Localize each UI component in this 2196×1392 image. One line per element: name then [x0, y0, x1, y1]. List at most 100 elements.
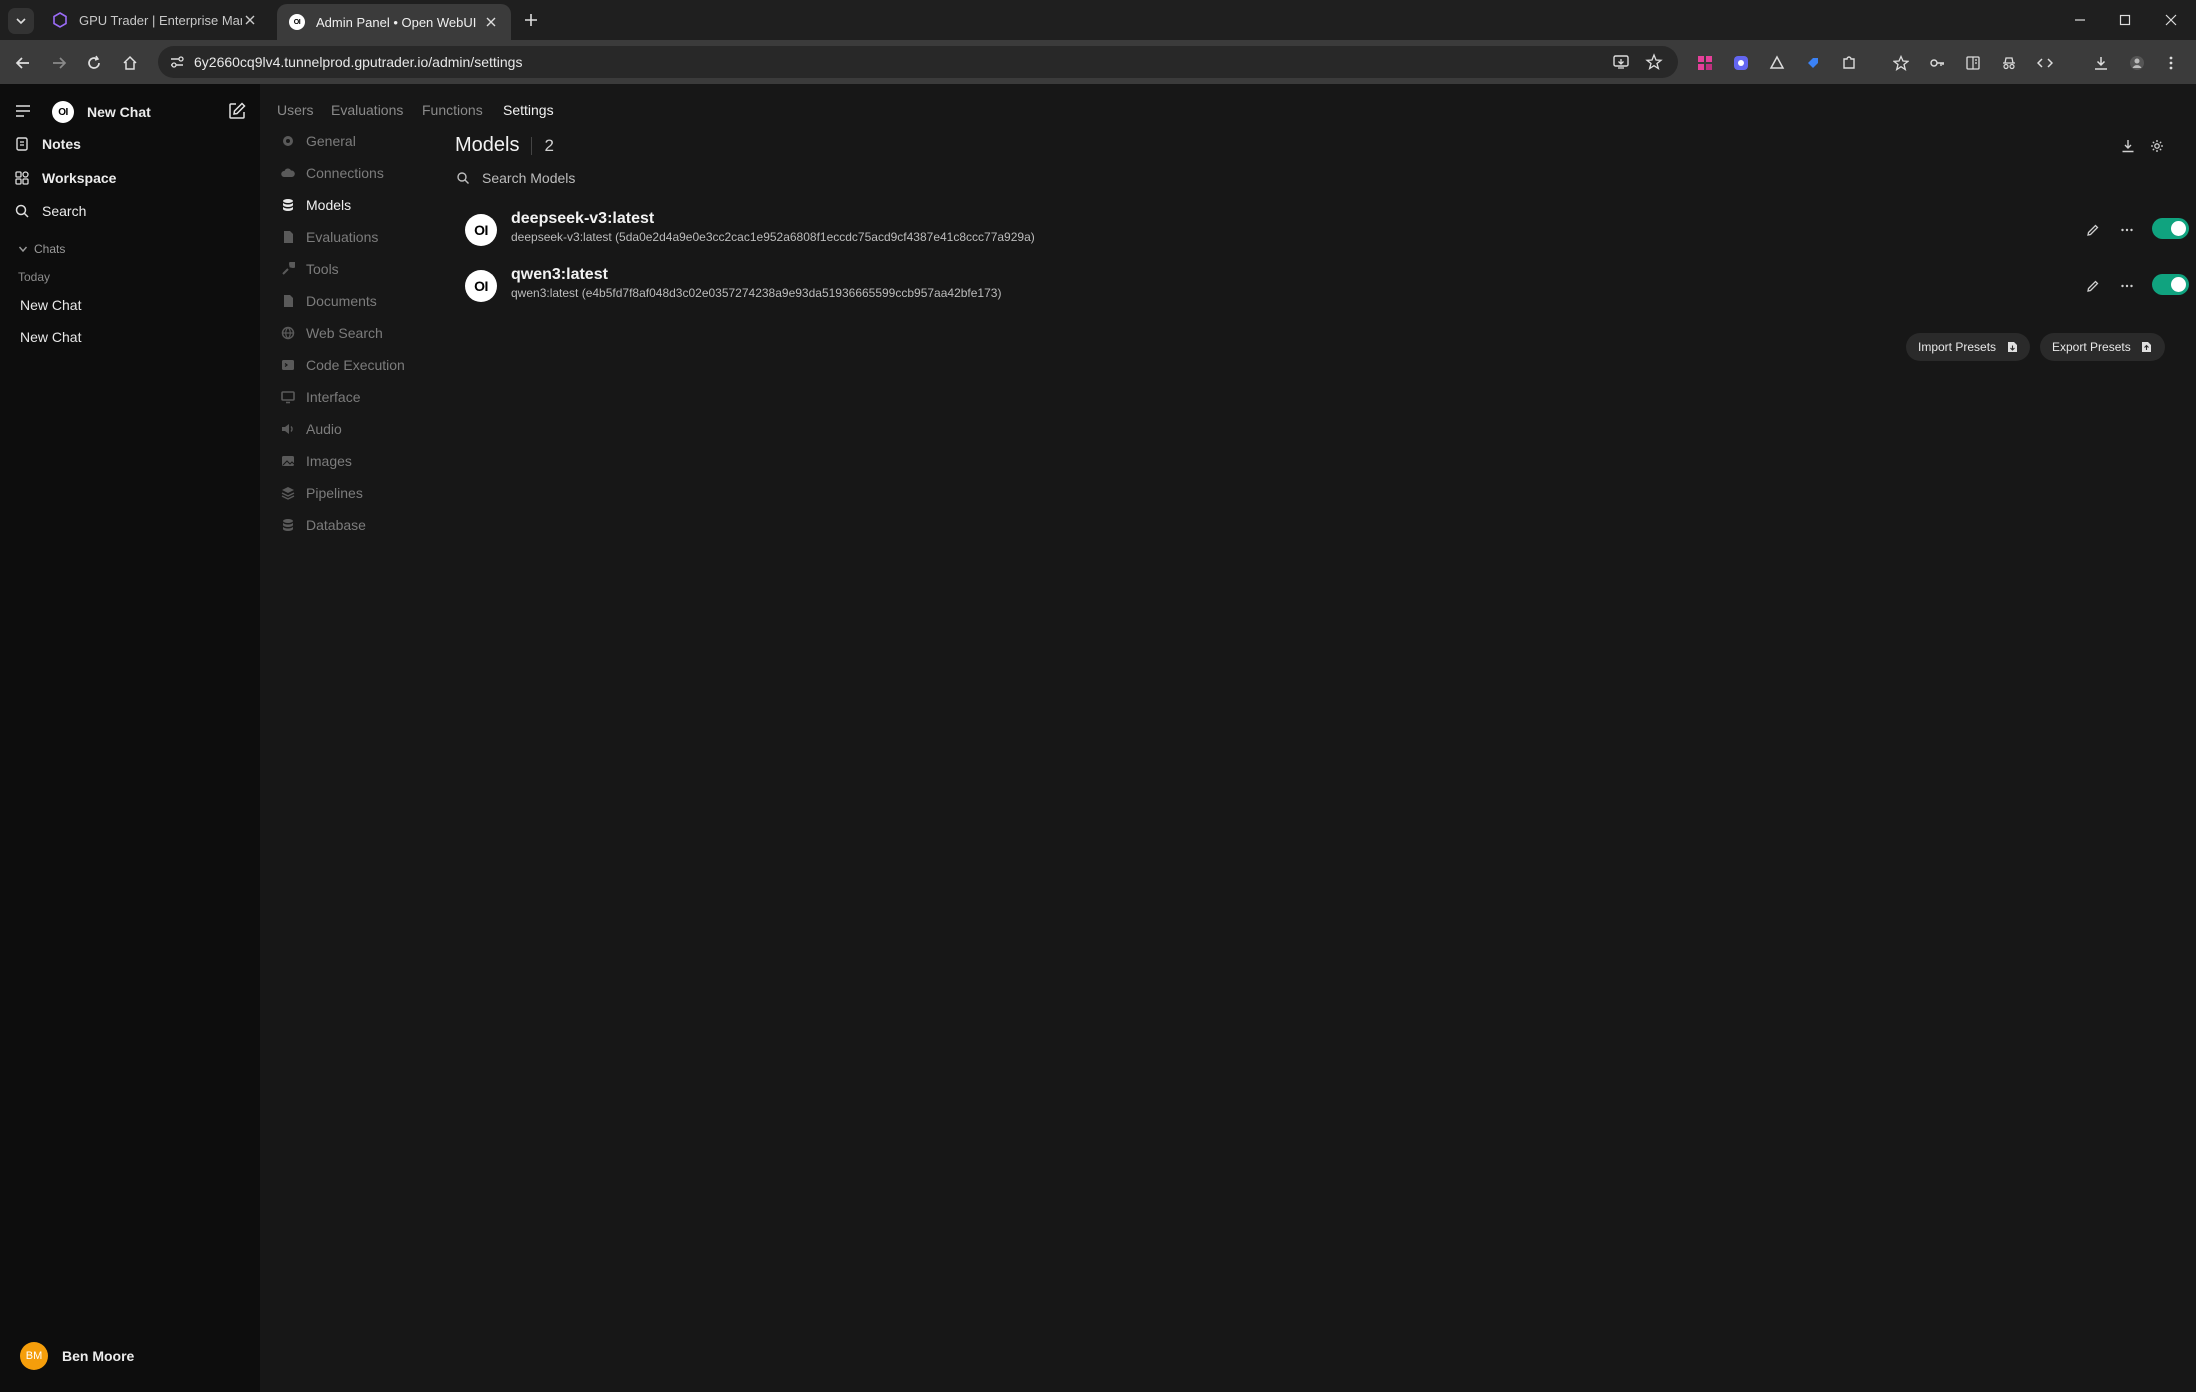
edit-model-button[interactable] — [2083, 220, 2103, 240]
workspace-icon — [15, 171, 29, 185]
app-sidebar: OI New Chat Notes Workspace Search Chats… — [0, 84, 260, 1392]
minimize-window-button[interactable] — [2065, 8, 2095, 32]
model-enabled-toggle[interactable] — [2152, 218, 2189, 239]
tab-search-button[interactable] — [8, 8, 34, 34]
new-chat-label: New Chat — [87, 104, 151, 120]
profile-icon[interactable] — [2126, 52, 2148, 74]
models-count: 2 — [544, 135, 554, 155]
model-row[interactable]: OI qwen3:latest qwen3:latest (e4b5fd7f8a… — [465, 264, 2189, 312]
chat-item[interactable]: New Chat — [20, 329, 81, 345]
reading-list-icon[interactable] — [1962, 52, 1984, 74]
settings-nav-interface[interactable]: Interface — [280, 389, 360, 405]
settings-nav-audio[interactable]: Audio — [280, 421, 342, 437]
new-chat-link[interactable]: OI New Chat — [52, 101, 151, 123]
database-icon — [280, 197, 296, 213]
browser-tab-gputrader[interactable]: GPU Trader | Enterprise Marketplace — [40, 4, 270, 36]
search-models[interactable]: Search Models — [456, 170, 575, 186]
new-chat-button[interactable] — [227, 101, 247, 121]
cloud-icon — [280, 165, 296, 181]
extensions-puzzle-icon[interactable] — [1838, 52, 1860, 74]
minimize-icon — [2075, 19, 2085, 21]
toggle-knob — [2171, 221, 2186, 236]
home-button[interactable] — [117, 50, 143, 76]
settings-nav-label: Database — [306, 517, 366, 533]
settings-nav-label: Evaluations — [306, 229, 379, 245]
extension-3-icon[interactable] — [1766, 52, 1788, 74]
settings-nav-pipelines[interactable]: Pipelines — [280, 485, 363, 501]
import-presets-button[interactable]: Import Presets — [1906, 333, 2031, 361]
sidebar-item-notes[interactable]: Notes — [14, 136, 81, 152]
settings-nav-database[interactable]: Database — [280, 517, 366, 533]
maximize-window-button[interactable] — [2110, 8, 2140, 32]
close-window-button[interactable] — [2156, 8, 2186, 32]
extension-1-icon[interactable] — [1694, 52, 1716, 74]
model-name[interactable]: deepseek-v3:latest — [511, 210, 654, 228]
site-info-icon[interactable] — [169, 54, 185, 70]
address-bar[interactable]: 6y2660cq9lv4.tunnelprod.gputrader.io/adm… — [158, 46, 1678, 78]
sidebar-item-search[interactable]: Search — [14, 203, 86, 219]
browser-menu-icon[interactable] — [2160, 52, 2182, 74]
settings-nav-evaluations[interactable]: Evaluations — [280, 229, 378, 245]
avatar: BM — [20, 1342, 48, 1370]
model-more-button[interactable] — [2117, 276, 2137, 296]
model-avatar: OI — [465, 270, 497, 302]
export-presets-button[interactable]: Export Presets — [2040, 333, 2165, 361]
extension-2-icon[interactable] — [1730, 52, 1752, 74]
gear-icon — [2151, 140, 2163, 152]
extension-4-icon[interactable] — [1802, 52, 1824, 74]
new-tab-button[interactable] — [520, 9, 542, 31]
settings-nav-label: Interface — [306, 389, 361, 405]
bookmarks-icon[interactable] — [1890, 52, 1912, 74]
sidebar-item-label: Notes — [42, 136, 81, 152]
layers-icon — [280, 485, 296, 501]
sidebar-item-workspace[interactable]: Workspace — [14, 170, 116, 186]
settings-nav-web-search[interactable]: Web Search — [280, 325, 383, 341]
tab-settings[interactable]: Settings — [503, 102, 554, 118]
tab-users[interactable]: Users — [277, 102, 314, 118]
settings-nav-general[interactable]: General — [280, 133, 356, 149]
model-id: qwen3:latest (e4b5fd7f8af048d3c02e035727… — [511, 286, 1002, 300]
downloads-icon[interactable] — [2090, 52, 2112, 74]
model-row[interactable]: OI deepseek-v3:latest deepseek-v3:latest… — [465, 208, 2189, 256]
devtools-code-icon[interactable] — [2034, 52, 2056, 74]
settings-nav-documents[interactable]: Documents — [280, 293, 377, 309]
tab-functions[interactable]: Functions — [422, 102, 483, 118]
settings-nav-label: Documents — [306, 293, 377, 309]
tab-evaluations[interactable]: Evaluations — [331, 102, 403, 118]
settings-nav-label: Tools — [306, 261, 339, 277]
model-more-button[interactable] — [2117, 220, 2137, 240]
settings-nav-tools[interactable]: Tools — [280, 261, 339, 277]
document-icon — [280, 229, 296, 245]
close-tab-icon[interactable] — [242, 12, 258, 28]
chat-item[interactable]: New Chat — [20, 297, 81, 313]
user-menu[interactable]: BM Ben Moore — [20, 1342, 134, 1370]
reload-button[interactable] — [81, 50, 107, 76]
settings-nav-label: Web Search — [306, 325, 383, 341]
models-settings-button[interactable] — [2147, 136, 2167, 156]
download-models-button[interactable] — [2118, 136, 2138, 156]
sidebar-item-label: Search — [42, 203, 87, 219]
openwebui-favicon-icon: OI — [289, 14, 305, 30]
model-name[interactable]: qwen3:latest — [511, 266, 608, 284]
settings-nav-models[interactable]: Models — [280, 197, 351, 213]
install-app-icon[interactable] — [1612, 53, 1630, 71]
settings-nav-images[interactable]: Images — [280, 453, 352, 469]
password-key-icon[interactable] — [1926, 52, 1948, 74]
settings-nav-code-execution[interactable]: Code Execution — [280, 357, 405, 373]
settings-nav-connections[interactable]: Connections — [280, 165, 384, 181]
browser-tab-admin-panel[interactable]: OI Admin Panel • Open WebUI — [277, 4, 511, 40]
chevron-down-icon — [18, 246, 28, 253]
model-enabled-toggle[interactable] — [2152, 274, 2189, 295]
sidebar-toggle-button[interactable] — [14, 102, 32, 120]
back-button[interactable] — [10, 50, 36, 76]
chats-section-toggle[interactable]: Chats — [18, 242, 65, 256]
edit-model-button[interactable] — [2083, 276, 2103, 296]
bookmark-star-icon[interactable] — [1645, 53, 1663, 71]
openwebui-logo: OI — [52, 101, 74, 123]
search-input[interactable]: Search Models — [482, 170, 575, 186]
forward-button[interactable] — [46, 50, 72, 76]
close-tab-icon[interactable] — [483, 14, 499, 30]
user-name: Ben Moore — [62, 1348, 135, 1364]
incognito-icon[interactable] — [1998, 52, 2020, 74]
settings-nav-label: Code Execution — [306, 357, 405, 373]
